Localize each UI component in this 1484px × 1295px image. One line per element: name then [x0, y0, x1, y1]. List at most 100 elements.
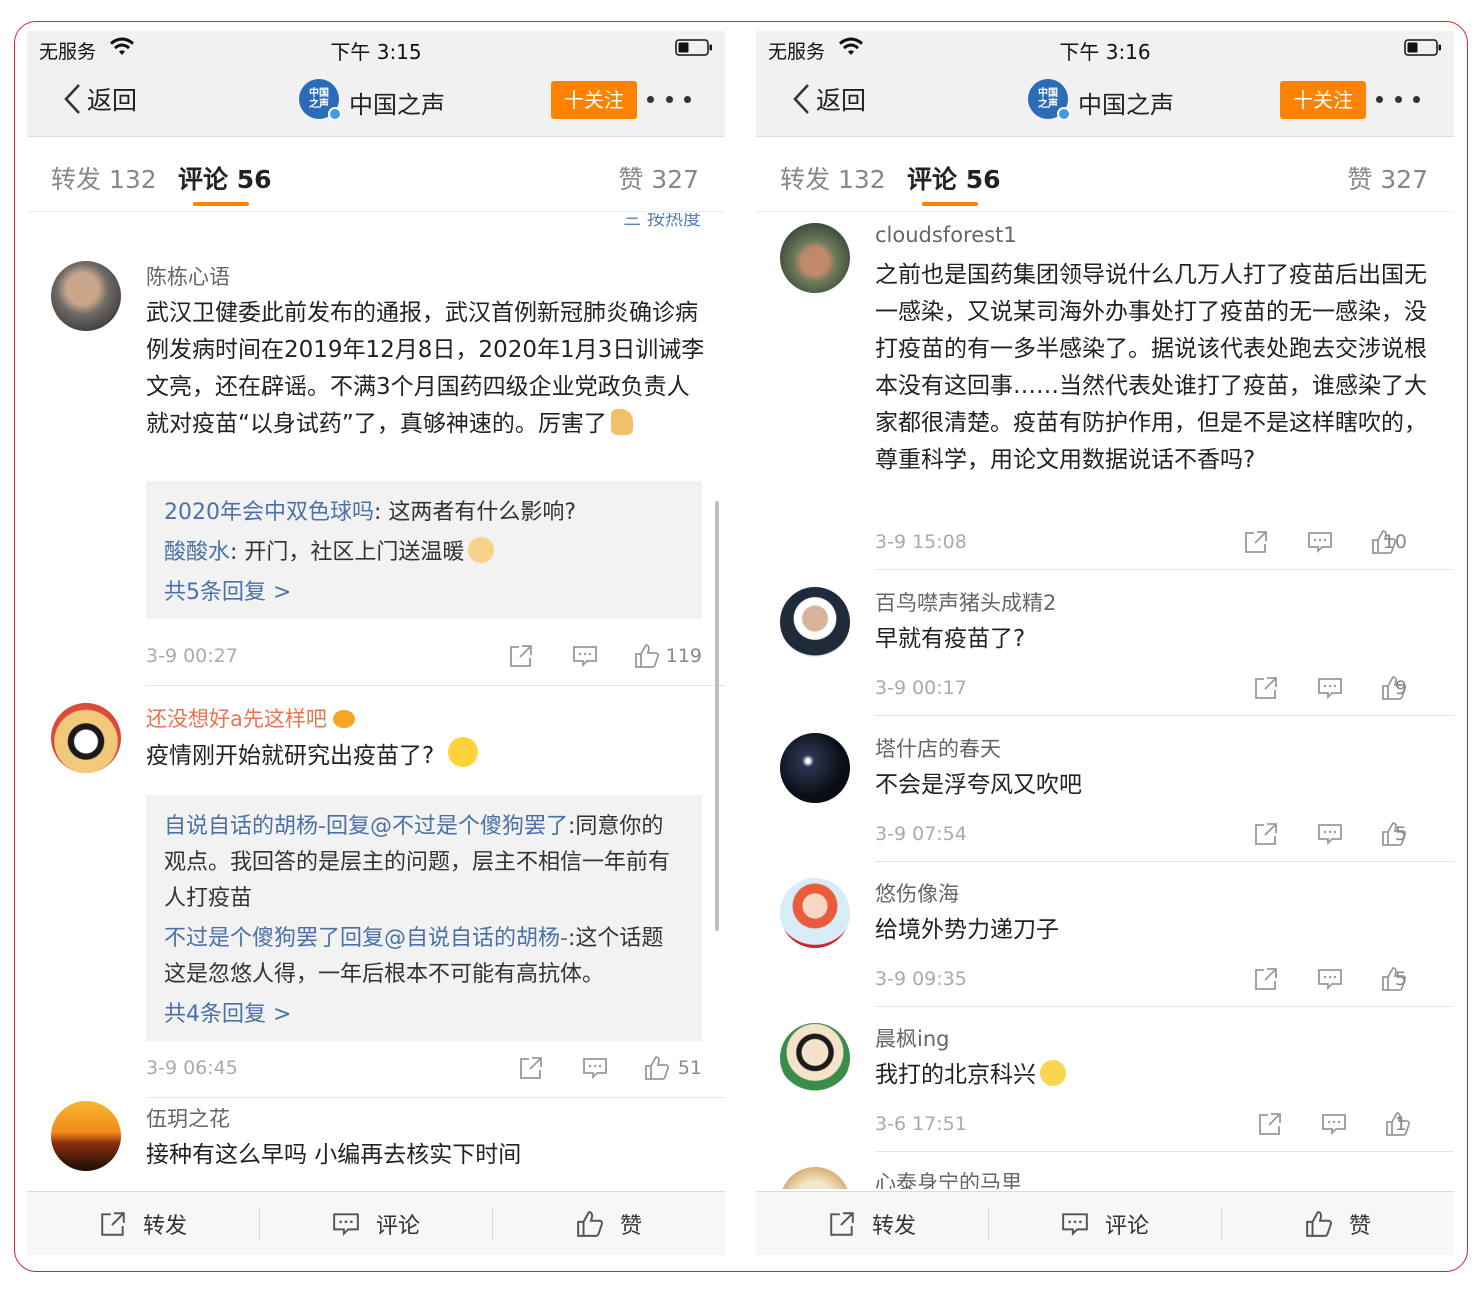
tab-like[interactable]: 赞 327: [618, 160, 699, 196]
repost-icon[interactable]: [518, 1055, 544, 1081]
account-name[interactable]: 中国之声: [1078, 85, 1174, 120]
comment-icon[interactable]: [1317, 966, 1343, 992]
comment-author[interactable]: 陈栋心语: [146, 261, 230, 291]
repost-icon: [101, 1212, 125, 1236]
comment-icon[interactable]: [582, 1055, 608, 1081]
comment-author[interactable]: 心泰身宁的马里: [875, 1167, 1022, 1189]
comment-icon: [1062, 1213, 1088, 1237]
comment-button[interactable]: 评论: [260, 1192, 492, 1255]
reply-line: 不过是个傻狗罢了回复@自说自话的胡杨-:这个话题这是忽悠人得，一年后根本不可能有…: [164, 921, 684, 993]
like-icon[interactable]: [644, 1055, 670, 1081]
comment-meta: 3-9 09:35 5: [875, 966, 1431, 996]
bottom-toolbar: 转发 评论 赞: [756, 1191, 1454, 1255]
comment-author[interactable]: 悠伤像海: [875, 878, 959, 908]
comment-text-content: 疫情刚开始就研究出疫苗了?: [146, 743, 435, 769]
back-button[interactable]: 返回: [790, 77, 866, 121]
tab-comment[interactable]: 评论 56: [178, 160, 272, 196]
comment-icon[interactable]: [572, 643, 598, 669]
like-button[interactable]: 赞: [493, 1192, 725, 1255]
reply-user[interactable]: 不过是个傻狗罢了回复@自说自话的胡杨-: [164, 926, 568, 951]
comment-author[interactable]: cloudsforest1: [875, 223, 1017, 247]
avatar[interactable]: [780, 1023, 850, 1093]
repost-icon[interactable]: [1253, 675, 1279, 701]
avatar[interactable]: [780, 223, 850, 293]
more-options-icon[interactable]: [647, 85, 691, 113]
account-avatar[interactable]: 中国之声: [299, 79, 342, 121]
account-logo-text: 中国之声: [1038, 88, 1058, 110]
comment-icon: [333, 1213, 359, 1237]
divider: [875, 1151, 1454, 1152]
reply-user[interactable]: 自说自话的胡杨-回复@不过是个傻狗罢了: [164, 814, 568, 839]
tab-like[interactable]: 赞 327: [1347, 160, 1428, 196]
comment-author[interactable]: 晨枫ing: [875, 1023, 949, 1053]
phone-screen-right: 无服务 下午 3:16 返回 中国之声 中国之声 十关注 转发 132 评论 5…: [756, 31, 1454, 1255]
repost-icon[interactable]: [508, 643, 534, 669]
sort-hot-button[interactable]: 三 按热度: [623, 213, 701, 231]
like-count: 9: [1394, 677, 1407, 699]
like-label: 赞: [619, 1214, 642, 1239]
comment-icon[interactable]: [1317, 675, 1343, 701]
divider: [875, 1006, 1454, 1007]
like-count: 119: [665, 645, 702, 667]
back-label: 返回: [816, 86, 867, 115]
reply-user[interactable]: 酸酸水: [164, 540, 230, 565]
repost-icon[interactable]: [1253, 821, 1279, 847]
scrollbar[interactable]: [715, 501, 719, 931]
comment-time: 3-9 00:17: [875, 677, 967, 699]
comment-author[interactable]: 塔什店的春天: [875, 733, 1001, 763]
reply-user[interactable]: 2020年会中双色球吗: [164, 500, 374, 525]
avatar[interactable]: [51, 261, 121, 331]
more-options-icon[interactable]: [1376, 85, 1420, 113]
like-icon[interactable]: [634, 643, 660, 669]
more-replies-link[interactable]: 共4条回复 >: [164, 997, 684, 1033]
back-chevron-icon: [793, 84, 809, 114]
comment-icon[interactable]: [1317, 821, 1343, 847]
comment-author[interactable]: 百鸟噤声猪头成精2: [875, 587, 1056, 617]
follow-button[interactable]: 十关注: [551, 81, 637, 119]
divider: [875, 569, 1454, 570]
comment-text: 早就有疫苗了?: [875, 626, 1026, 652]
avatar[interactable]: [780, 587, 850, 657]
comment-author[interactable]: 伍玥之花: [146, 1103, 230, 1133]
tab-repost[interactable]: 转发 132: [51, 160, 157, 196]
like-count: 5: [1394, 823, 1407, 845]
more-replies-link[interactable]: 共5条回复 >: [164, 575, 684, 611]
repost-button[interactable]: 转发: [756, 1192, 988, 1255]
comment-text: 接种有这么早吗 小编再去核实下时间: [146, 1142, 522, 1168]
tab-comment[interactable]: 评论 56: [907, 160, 1001, 196]
status-bar: 无服务 下午 3:15: [27, 31, 725, 65]
tab-repost[interactable]: 转发 132: [780, 160, 886, 196]
account-avatar[interactable]: 中国之声: [1028, 79, 1071, 121]
back-button[interactable]: 返回: [61, 77, 137, 121]
comment-text: 给境外势力递刀子: [875, 917, 1059, 943]
repost-icon[interactable]: [1253, 966, 1279, 992]
avatar[interactable]: [51, 1101, 121, 1171]
comment-meta: 3-9 00:17 9: [875, 675, 1431, 705]
reply-text: : 开门，社区上门送温暖: [230, 540, 465, 565]
reply-preview-box[interactable]: 自说自话的胡杨-回复@不过是个傻狗罢了:同意你的观点。我回答的是层主的问题，层主…: [146, 795, 702, 1041]
comment-text: 我打的北京科兴: [875, 1057, 1437, 1094]
comment-author[interactable]: 还没想好a先这样吧: [146, 703, 355, 733]
verified-badge-icon: [1057, 107, 1071, 121]
avatar[interactable]: [780, 878, 850, 948]
comment-time: 3-9 00:27: [146, 645, 238, 667]
nav-bar: 返回 中国之声 中国之声 十关注: [756, 65, 1454, 137]
avatar[interactable]: [51, 703, 121, 773]
avatar[interactable]: [780, 1167, 850, 1189]
like-count: 1: [1394, 1113, 1407, 1135]
comment-icon[interactable]: [1321, 1111, 1347, 1137]
repost-icon[interactable]: [1257, 1111, 1283, 1137]
repost-button[interactable]: 转发: [27, 1192, 259, 1255]
laughing-emoji-icon: [1040, 1060, 1066, 1086]
comment-tabs: 转发 132 评论 56 赞 327: [27, 138, 725, 212]
follow-button[interactable]: 十关注: [1280, 81, 1366, 119]
comment-icon[interactable]: [1307, 529, 1333, 555]
like-button[interactable]: 赞: [1222, 1192, 1454, 1255]
comment-list: 三 按热度 陈栋心语 武汉卫健委此前发布的通报，武汉首例新冠肺炎确诊病例发病时间…: [27, 213, 725, 1189]
comment-button[interactable]: 评论: [989, 1192, 1221, 1255]
account-name[interactable]: 中国之声: [349, 85, 445, 120]
avatar[interactable]: [780, 733, 850, 803]
repost-icon[interactable]: [1243, 529, 1269, 555]
divider: [146, 685, 725, 686]
reply-preview-box[interactable]: 2020年会中双色球吗: 这两者有什么影响? 酸酸水: 开门，社区上门送温暖 共…: [146, 481, 702, 619]
